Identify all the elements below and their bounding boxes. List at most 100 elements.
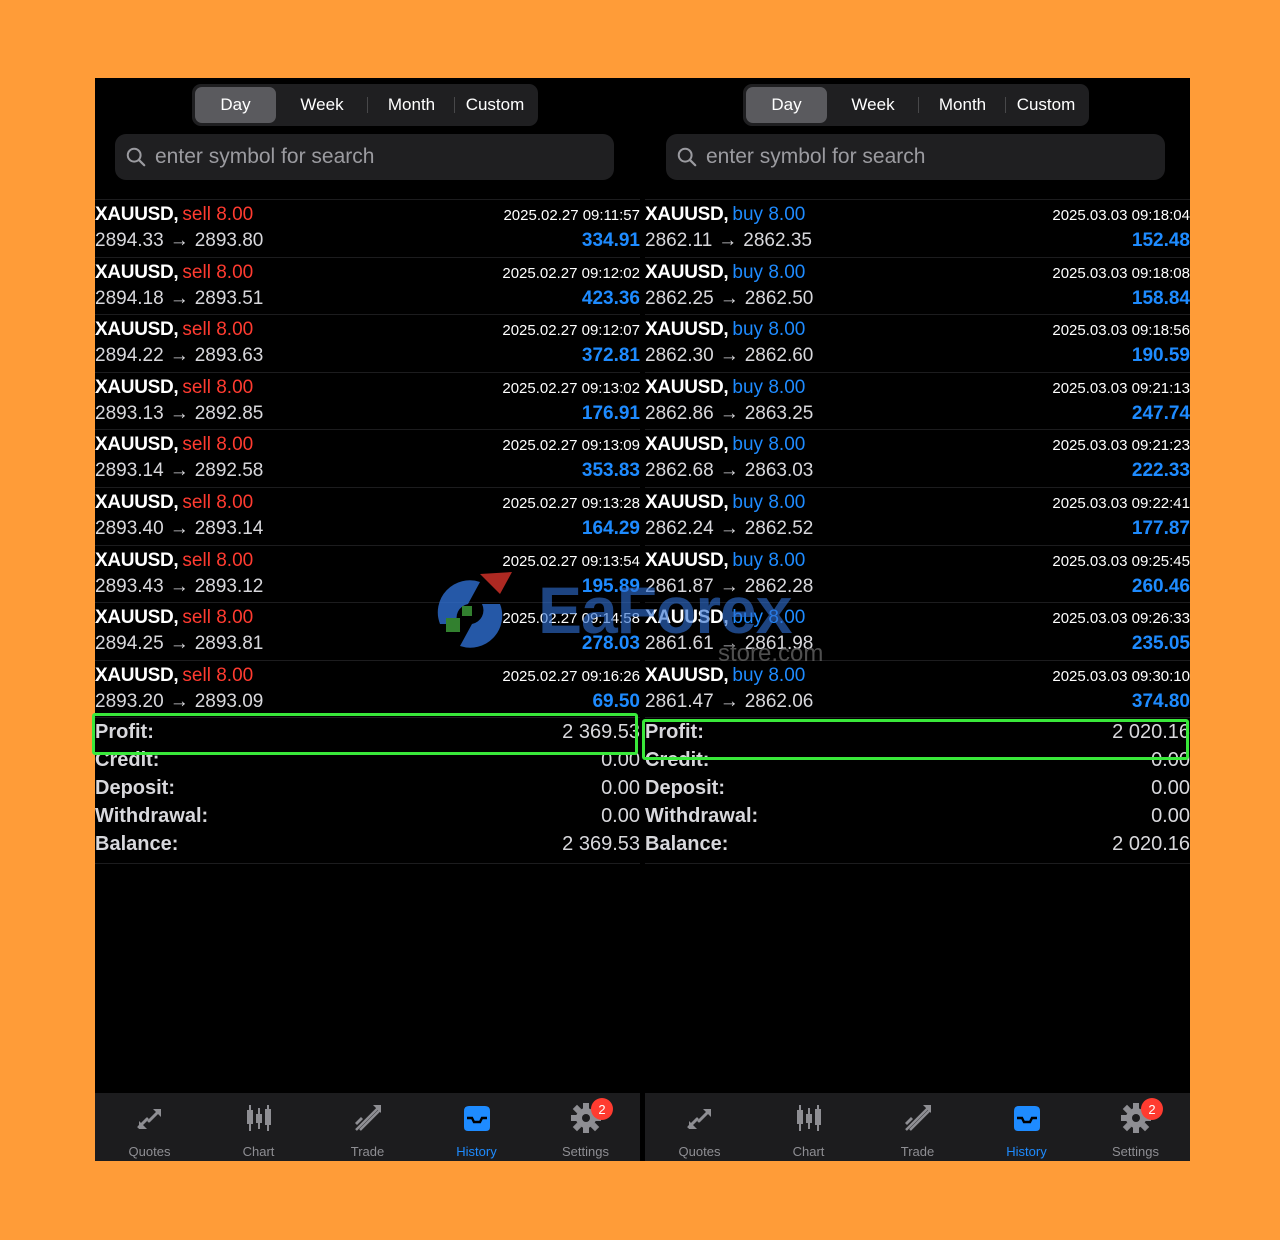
trade-row[interactable]: XAUUSD, buy 8.00 2025.03.03 09:18:04 2862… — [645, 200, 1190, 258]
trade-side: buy 8.00 — [732, 491, 806, 513]
tab-quotes[interactable]: Quotes — [95, 1093, 204, 1161]
open-price: 2862.25 — [645, 287, 714, 309]
trade-symbol: XAUUSD, — [95, 491, 179, 513]
trade-row[interactable]: XAUUSD, buy 8.00 2025.03.03 09:21:13 2862… — [645, 373, 1190, 431]
trade-side: sell 8.00 — [182, 204, 254, 225]
trade-profit: 278.03 — [581, 633, 640, 655]
close-price: 2863.03 — [744, 460, 814, 482]
close-price: 2862.60 — [744, 345, 814, 367]
trade-row[interactable]: XAUUSD, sell 8.00 2025.02.27 09:16:26 289… — [95, 661, 640, 719]
trade-time: 2025.02.27 09:12:02 — [502, 264, 640, 282]
summary-value: 0.00 — [1151, 805, 1190, 828]
segment-month[interactable]: Month — [368, 87, 455, 123]
trade-row[interactable]: XAUUSD, sell 8.00 2025.02.27 09:13:09 289… — [95, 430, 640, 488]
search-icon — [126, 147, 146, 167]
segment-day[interactable]: Day — [195, 87, 276, 123]
open-price: 2893.43 — [95, 575, 164, 597]
summary-row: Withdrawal: 0.00 — [95, 803, 640, 831]
summary-row: Withdrawal: 0.00 — [645, 803, 1190, 831]
trade-side: sell 8.00 — [182, 376, 254, 398]
tab-chart[interactable]: Chart — [204, 1093, 313, 1161]
open-price: 2894.18 — [95, 287, 164, 309]
search-input[interactable] — [706, 145, 1146, 169]
arrow-right-icon: → — [719, 345, 739, 367]
tab-history[interactable]: History — [422, 1093, 531, 1161]
trade-side: buy 8.00 — [732, 319, 806, 341]
arrow-right-icon: → — [719, 575, 739, 597]
trade-row[interactable]: XAUUSD, buy 8.00 2025.03.03 09:25:45 2861… — [645, 546, 1190, 604]
segment-week[interactable]: Week — [276, 87, 368, 123]
candlestick-icon — [792, 1101, 826, 1140]
summary-value: 0.00 — [1151, 776, 1190, 799]
period-segmented-control: Day Week Month Custom — [743, 84, 1089, 126]
arrow-right-icon: → — [169, 690, 189, 712]
tab-chart[interactable]: Chart — [754, 1093, 863, 1161]
segment-day[interactable]: Day — [746, 87, 827, 123]
open-price: 2893.13 — [95, 402, 164, 424]
arrow-right-icon: → — [169, 345, 189, 367]
trade-symbol: XAUUSD, — [645, 376, 729, 398]
trade-row[interactable]: XAUUSD, sell 8.00 2025.02.27 09:13:28 289… — [95, 488, 640, 546]
open-price: 2894.33 — [95, 230, 164, 251]
trade-row[interactable]: XAUUSD, buy 8.00 2025.03.03 09:30:10 2861… — [645, 661, 1190, 719]
trade-row[interactable]: XAUUSD, sell 8.00 2025.02.27 09:13:54 289… — [95, 546, 640, 604]
trade-row[interactable]: XAUUSD, buy 8.00 2025.03.03 09:21:23 2862… — [645, 430, 1190, 488]
trade-profit: 235.05 — [1131, 633, 1190, 655]
trade-row[interactable]: XAUUSD, buy 8.00 2025.03.03 09:18:08 2862… — [645, 258, 1190, 316]
open-price: 2894.22 — [95, 345, 164, 367]
trade-list: XAUUSD, buy 8.00 2025.03.03 09:18:04 2862… — [645, 199, 1190, 719]
search-input[interactable] — [155, 145, 595, 169]
segment-custom[interactable]: Custom — [455, 87, 535, 123]
trade-symbol: XAUUSD, — [645, 434, 729, 456]
profit-highlight-box-right — [642, 719, 1189, 760]
trade-row[interactable]: XAUUSD, sell 8.00 2025.02.27 09:12:07 289… — [95, 315, 640, 373]
segment-month[interactable]: Month — [919, 87, 1006, 123]
tab-trade[interactable]: Trade — [313, 1093, 422, 1161]
arrow-right-icon: → — [719, 633, 739, 655]
trade-time: 2025.03.03 09:30:10 — [1052, 667, 1190, 685]
trade-profit: 195.89 — [581, 575, 640, 597]
candlestick-icon — [242, 1101, 276, 1140]
trade-side: sell 8.00 — [182, 319, 254, 341]
trade-row[interactable]: XAUUSD, buy 8.00 2025.03.03 09:18:56 2862… — [645, 315, 1190, 373]
trade-row[interactable]: XAUUSD, buy 8.00 2025.03.03 09:22:41 2862… — [645, 488, 1190, 546]
tab-quotes[interactable]: Quotes — [645, 1093, 754, 1161]
trade-icon — [351, 1101, 385, 1140]
trade-row[interactable]: XAUUSD, sell 8.00 2025.02.27 09:11:57 289… — [95, 200, 640, 258]
open-price: 2862.24 — [645, 517, 714, 539]
trade-symbol: XAUUSD, — [645, 549, 729, 571]
summary-label: Withdrawal: — [645, 805, 759, 828]
trade-row[interactable]: XAUUSD, sell 8.00 2025.02.27 09:14:58 289… — [95, 603, 640, 661]
tab-trade[interactable]: Trade — [863, 1093, 972, 1161]
close-price: 2863.25 — [744, 402, 814, 424]
summary-row: Deposit: 0.00 — [645, 774, 1190, 802]
trade-symbol: XAUUSD, — [645, 319, 729, 341]
tab-label: Settings — [1112, 1144, 1159, 1159]
open-price: 2862.30 — [645, 345, 714, 367]
arrow-right-icon: → — [169, 517, 189, 539]
arrow-right-icon: → — [169, 575, 189, 597]
quotes-icon — [683, 1101, 717, 1140]
trade-row[interactable]: XAUUSD, buy 8.00 2025.03.03 09:26:33 2861… — [645, 603, 1190, 661]
trade-time: 2025.02.27 09:14:58 — [502, 610, 640, 628]
tab-history[interactable]: History — [972, 1093, 1081, 1161]
trade-row[interactable]: XAUUSD, sell 8.00 2025.02.27 09:13:02 289… — [95, 373, 640, 431]
trade-time: 2025.03.03 09:21:23 — [1052, 437, 1190, 455]
summary-value: 0.00 — [601, 805, 640, 828]
trade-profit: 353.83 — [581, 460, 640, 482]
summary-row: Deposit: 0.00 — [95, 774, 640, 802]
tab-settings[interactable]: Settings 2 — [1081, 1093, 1190, 1161]
trade-side: sell 8.00 — [182, 434, 254, 456]
trade-time: 2025.03.03 09:26:33 — [1052, 610, 1190, 628]
segment-week[interactable]: Week — [827, 87, 919, 123]
tab-label: Quotes — [678, 1144, 721, 1159]
trade-symbol: XAUUSD, — [645, 491, 729, 513]
search-bar[interactable] — [666, 134, 1165, 180]
search-bar[interactable] — [115, 134, 614, 180]
trade-side: buy 8.00 — [732, 376, 806, 398]
segment-custom[interactable]: Custom — [1006, 87, 1086, 123]
tab-settings[interactable]: Settings 2 — [531, 1093, 640, 1161]
trade-side: buy 8.00 — [732, 607, 806, 629]
trade-row[interactable]: XAUUSD, sell 8.00 2025.02.27 09:12:02 289… — [95, 258, 640, 316]
tab-label: Trade — [900, 1144, 935, 1159]
